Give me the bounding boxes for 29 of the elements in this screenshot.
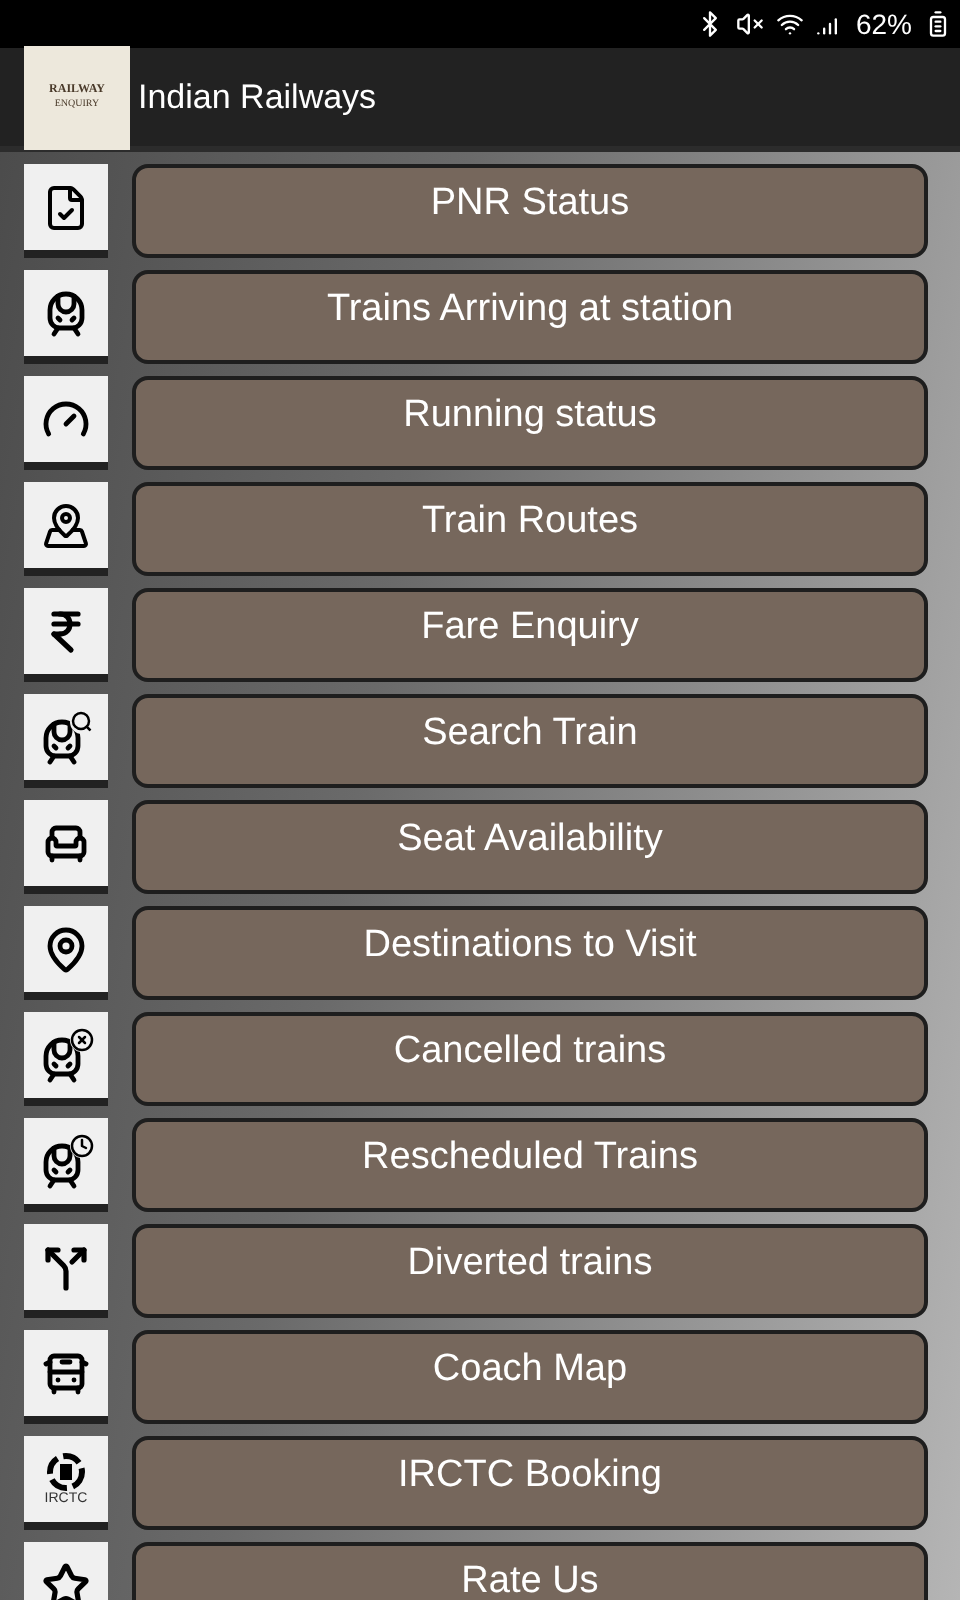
menu-button[interactable]: Seat Availability <box>132 800 928 894</box>
mute-icon <box>735 10 764 38</box>
menu-button[interactable]: IRCTC Booking <box>132 1436 928 1530</box>
menu-button[interactable]: Fare Enquiry <box>132 588 928 682</box>
train-clock-icon <box>38 1133 94 1189</box>
menu-button[interactable]: Rate Us <box>132 1542 928 1600</box>
menu-button[interactable]: Destinations to Visit <box>132 906 928 1000</box>
star-icon <box>42 1561 90 1600</box>
menu-button[interactable]: Trains Arriving at station <box>132 270 928 364</box>
train-cancel-icon <box>38 1027 94 1083</box>
train-icon <box>42 289 90 337</box>
menu-button[interactable]: Coach Map <box>132 1330 928 1424</box>
menu-button[interactable]: PNR Status <box>132 164 928 258</box>
menu-button[interactable]: Search Train <box>132 694 928 788</box>
train-search-icon <box>38 709 94 765</box>
menu-button[interactable]: Diverted trains <box>132 1224 928 1318</box>
menu-button[interactable]: Running status <box>132 376 928 470</box>
menu-button[interactable]: Train Routes <box>132 482 928 576</box>
document-check-icon <box>42 183 90 231</box>
menu-button[interactable]: Rescheduled Trains <box>132 1118 928 1212</box>
fork-arrow-icon <box>42 1243 90 1291</box>
app-title: Indian Railways <box>138 75 377 120</box>
battery-percent: 62% <box>855 5 912 43</box>
battery-icon <box>924 10 952 38</box>
menu-button[interactable]: Cancelled trains <box>132 1012 928 1106</box>
wifi-icon <box>775 10 804 38</box>
coach-icon <box>42 1349 90 1397</box>
location-pin-icon <box>42 925 90 973</box>
map-pin-icon <box>42 501 90 549</box>
